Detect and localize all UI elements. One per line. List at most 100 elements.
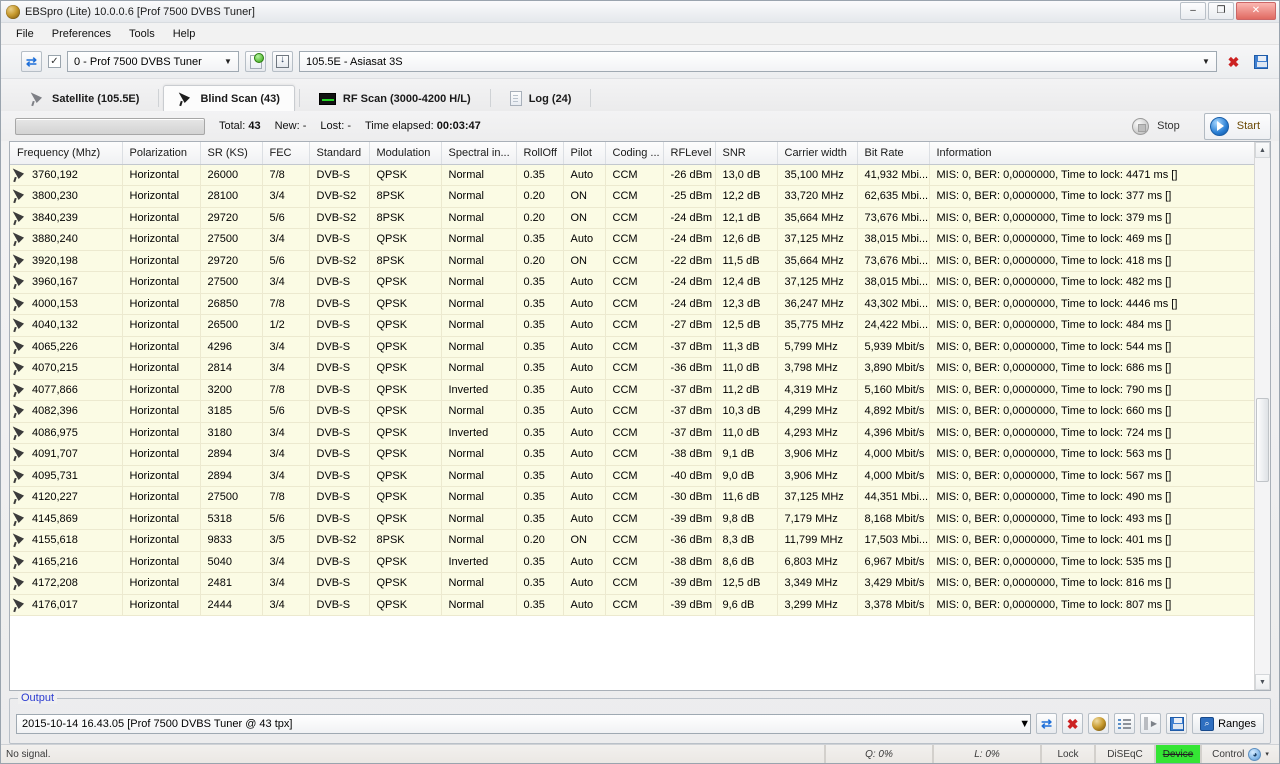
table-row[interactable]: 4086,975 Horizontal 3180 3/4 DVB-S QPSK Invert… <box>10 422 1270 444</box>
scrollbar-track[interactable] <box>1255 158 1270 674</box>
satellite-dish-icon <box>12 576 27 590</box>
cell-spectral-in: Normal <box>441 271 517 294</box>
table-row[interactable]: 3760,192 Horizontal 26000 7/8 DVB-S QPSK Norma… <box>10 164 1270 186</box>
col-sr[interactable]: SR (KS) <box>200 142 263 165</box>
table-row[interactable]: 3800,230 Horizontal 28100 3/4 DVB-S2 8PSK Norm… <box>10 185 1270 208</box>
new-document-button[interactable] <box>245 51 266 72</box>
close-button[interactable]: ✕ <box>1236 2 1276 20</box>
menu-file[interactable]: File <box>7 25 43 43</box>
tuner-select[interactable]: 0 - Prof 7500 DVBS Tuner ▼ <box>67 51 239 72</box>
table-row[interactable]: 4065,226 Horizontal 4296 3/4 DVB-S QPSK Normal… <box>10 336 1270 358</box>
stop-button[interactable]: Stop <box>1127 115 1190 138</box>
status-control[interactable]: Control ◕ ▾ <box>1201 745 1279 763</box>
table-row[interactable]: 4077,866 Horizontal 3200 7/8 DVB-S QPSK Invert… <box>10 379 1270 401</box>
import-button[interactable] <box>272 51 293 72</box>
satellite-select[interactable]: 105.5E - Asiasat 3S ▼ <box>299 51 1217 72</box>
output-globe-button[interactable] <box>1088 713 1110 734</box>
output-select[interactable]: 2015-10-14 16.43.05 [Prof 7500 DVBS Tune… <box>16 713 1032 734</box>
cell-spectral-in: Inverted <box>441 422 517 444</box>
table-row[interactable]: 4145,869 Horizontal 5318 5/6 DVB-S QPSK Normal… <box>10 508 1270 530</box>
table-row[interactable]: 3880,240 Horizontal 27500 3/4 DVB-S QPSK Norma… <box>10 228 1270 251</box>
output-delete-button[interactable]: ✖ <box>1062 713 1084 734</box>
cell-carrier-width: 35,100 MHz <box>777 164 858 186</box>
scrollbar-thumb[interactable] <box>1256 398 1269 482</box>
cell-coding: CCM <box>605 314 664 337</box>
tab-blind-scan[interactable]: Blind Scan (43) <box>163 85 295 111</box>
cell-pilot: ON <box>563 250 606 272</box>
cell-rolloff: 0.35 <box>516 594 564 616</box>
frequency-value: 4172,208 <box>32 577 78 590</box>
cell-information: MIS: 0, BER: 0,0000000, Time to lock: 56… <box>929 465 1270 487</box>
table-row[interactable]: 4120,227 Horizontal 27500 7/8 DVB-S QPSK Norma… <box>10 486 1270 509</box>
menu-preferences[interactable]: Preferences <box>43 25 120 43</box>
total-value: 43 <box>248 120 261 132</box>
table-row[interactable]: 4040,132 Horizontal 26500 1/2 DVB-S QPSK Norma… <box>10 314 1270 337</box>
col-fec[interactable]: FEC <box>262 142 310 165</box>
menu-tools[interactable]: Tools <box>120 25 164 43</box>
cell-spectral-in: Normal <box>441 250 517 272</box>
table-row[interactable]: 4070,215 Horizontal 2814 3/4 DVB-S QPSK Normal… <box>10 357 1270 380</box>
cell-bit-rate: 4,000 Mbit/s <box>857 443 930 466</box>
maximize-button[interactable]: ❐ <box>1208 2 1234 20</box>
table-row[interactable]: 3920,198 Horizontal 29720 5/6 DVB-S2 8PSK Norm… <box>10 250 1270 272</box>
save-satellite-button[interactable] <box>1250 51 1271 72</box>
cell-polarization: Horizontal <box>122 594 201 616</box>
col-carrier-width[interactable]: Carrier width <box>777 142 858 165</box>
table-row[interactable]: 4095,731 Horizontal 2894 3/4 DVB-S QPSK Normal… <box>10 465 1270 487</box>
col-snr[interactable]: SNR <box>715 142 778 165</box>
table-row[interactable]: 4176,017 Horizontal 2444 3/4 DVB-S QPSK Normal… <box>10 594 1270 616</box>
table-row[interactable]: 4172,208 Horizontal 2481 3/4 DVB-S QPSK Normal… <box>10 572 1270 595</box>
cell-pilot: ON <box>563 529 606 552</box>
cell-fec: 5/6 <box>262 207 310 229</box>
title-bar: EBSpro (Lite) 10.0.0.6 [Prof 7500 DVBS T… <box>1 1 1279 23</box>
table-row[interactable]: 4155,618 Horizontal 9833 3/5 DVB-S2 8PSK Norma… <box>10 529 1270 552</box>
tab-rf-scan[interactable]: RF Scan (3000-4200 H/L) <box>304 85 486 111</box>
table-row[interactable]: 4165,216 Horizontal 5040 3/4 DVB-S QPSK Invert… <box>10 551 1270 573</box>
output-export-button[interactable] <box>1140 713 1162 734</box>
table-scrollbar-vertical[interactable]: ▲ ▼ <box>1254 142 1270 690</box>
tab-satellite[interactable]: Satellite (105.5E) <box>15 85 154 111</box>
output-refresh-button[interactable]: ⇄ <box>1036 713 1058 734</box>
col-rolloff[interactable]: RollOff <box>516 142 564 165</box>
table-row[interactable]: 3960,167 Horizontal 27500 3/4 DVB-S QPSK Norma… <box>10 271 1270 294</box>
minimize-button[interactable]: – <box>1180 2 1206 20</box>
col-information[interactable]: Information <box>929 142 1270 165</box>
start-button[interactable]: Start <box>1203 112 1271 140</box>
table-row[interactable]: 4000,153 Horizontal 26850 7/8 DVB-S QPSK Norma… <box>10 293 1270 315</box>
cell-rolloff: 0.35 <box>516 271 564 294</box>
cell-snr: 11,0 dB <box>715 422 778 444</box>
cell-spectral-in: Normal <box>441 228 517 251</box>
cell-rolloff: 0.20 <box>516 185 564 208</box>
col-coding[interactable]: Coding ... <box>605 142 664 165</box>
cell-pilot: Auto <box>563 508 606 530</box>
col-bit-rate[interactable]: Bit Rate <box>857 142 930 165</box>
col-modulation[interactable]: Modulation <box>369 142 442 165</box>
cell-rolloff: 0.35 <box>516 293 564 315</box>
cell-frequency: 4077,866 <box>10 379 123 401</box>
cell-standard: DVB-S2 <box>309 250 370 272</box>
col-polarization[interactable]: Polarization <box>122 142 201 165</box>
cell-carrier-width: 33,720 MHz <box>777 185 858 208</box>
output-save-button[interactable] <box>1166 713 1188 734</box>
scroll-down-icon[interactable]: ▼ <box>1255 674 1270 690</box>
scroll-up-icon[interactable]: ▲ <box>1255 142 1270 158</box>
col-spectral-inversion[interactable]: Spectral in... <box>441 142 517 165</box>
col-pilot[interactable]: Pilot <box>563 142 606 165</box>
table-row[interactable]: 4082,396 Horizontal 3185 5/6 DVB-S QPSK Normal… <box>10 400 1270 423</box>
output-list-button[interactable] <box>1114 713 1136 734</box>
cell-fec: 3/4 <box>262 228 310 251</box>
table-row[interactable]: 4091,707 Horizontal 2894 3/4 DVB-S QPSK Normal… <box>10 443 1270 466</box>
menu-help[interactable]: Help <box>164 25 205 43</box>
cell-carrier-width: 3,349 MHz <box>777 572 858 595</box>
tuner-enable-checkbox[interactable]: ✓ <box>48 55 61 68</box>
col-standard[interactable]: Standard <box>309 142 370 165</box>
col-frequency[interactable]: Frequency (Mhz) <box>10 142 123 165</box>
col-rflevel[interactable]: RFLevel <box>663 142 716 165</box>
cell-bit-rate: 4,892 Mbit/s <box>857 400 930 423</box>
table-row[interactable]: 3840,239 Horizontal 29720 5/6 DVB-S2 8PSK Norm… <box>10 207 1270 229</box>
refresh-tuners-button[interactable]: ⇄ <box>21 51 42 72</box>
ranges-button[interactable]: ⌕ Ranges <box>1192 713 1264 734</box>
cell-frequency: 4082,396 <box>10 400 123 423</box>
tab-log[interactable]: Log (24) <box>495 85 587 111</box>
delete-satellite-button[interactable]: ✖ <box>1223 51 1244 72</box>
